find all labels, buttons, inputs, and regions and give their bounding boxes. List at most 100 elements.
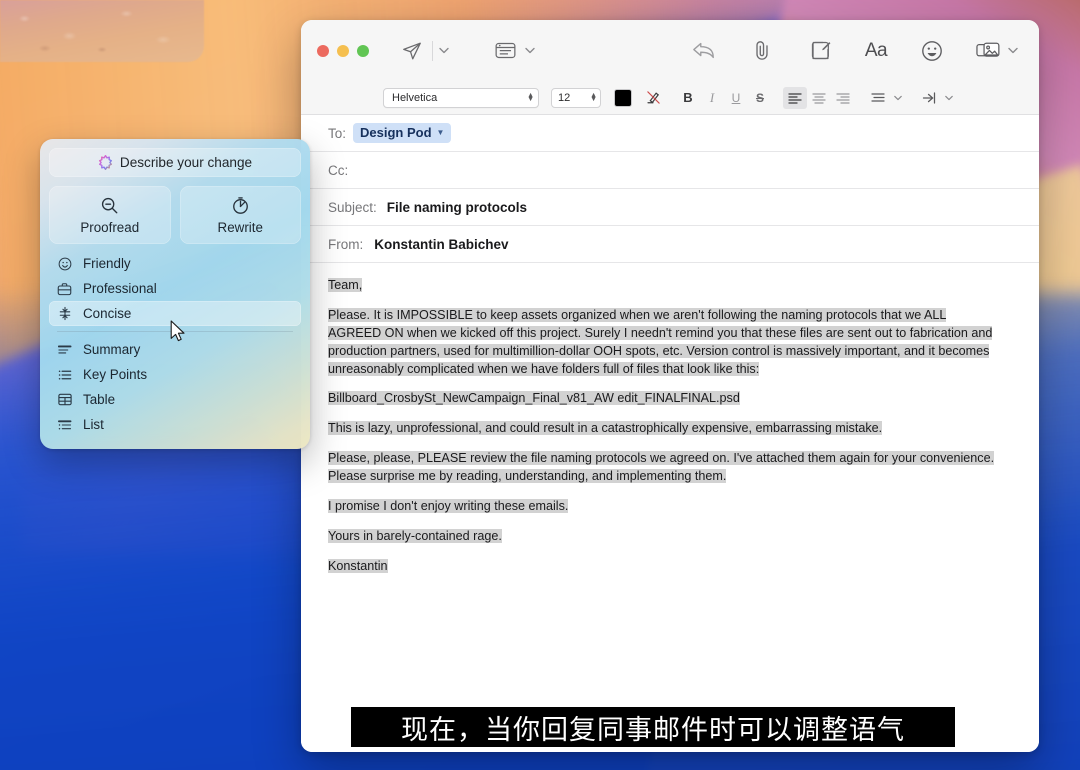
font-size-select[interactable]: 12 ▲ ▼ (551, 87, 601, 108)
body-paragraph-5: I promise I don't enjoy writing these em… (328, 498, 998, 516)
format-item-table[interactable]: Table (49, 387, 301, 412)
font-family-stepper-icon[interactable]: ▲ ▼ (527, 92, 534, 103)
font-size-value: 12 (558, 91, 571, 104)
text-color-swatch[interactable] (614, 88, 632, 107)
briefcase-icon (56, 282, 73, 296)
subject-field-row[interactable]: Subject: File naming protocols (301, 189, 1039, 226)
mouse-cursor (170, 320, 187, 343)
strikethrough-label: S (755, 90, 764, 105)
indent-chevron-icon[interactable] (941, 84, 957, 112)
body-paragraph-4-text: Please, please, PLEASE review the file n… (328, 451, 995, 483)
wallpaper-desert-photo (0, 0, 204, 62)
format-aa-label: Aa (864, 39, 888, 61)
subject-value: File naming protocols (386, 199, 528, 215)
format-item-list-label: List (83, 417, 104, 432)
indent-button[interactable] (917, 87, 941, 109)
rewrite-clock-icon (231, 196, 250, 215)
format-item-summary-label: Summary (83, 342, 141, 357)
format-aa-icon[interactable]: Aa (859, 36, 893, 66)
minimize-window-button[interactable] (337, 44, 349, 57)
from-label: From: (328, 236, 364, 252)
photos-icon[interactable] (971, 36, 1005, 66)
send-icon[interactable] (395, 36, 429, 66)
body-greeting-text: Team, (328, 278, 363, 292)
body-paragraph-3-text: This is lazy, unprofessional, and could … (328, 421, 883, 436)
subject-label: Subject: (328, 199, 377, 215)
photos-chevron-icon[interactable] (1005, 37, 1021, 65)
send-options-chevron-icon[interactable] (436, 37, 452, 65)
cc-label: Cc: (328, 162, 349, 178)
mail-compose-window: Aa Helvetica ▲ ▼ 12 ▲ ▼ B I U S To: Desi… (301, 20, 1039, 752)
bold-button[interactable]: B (676, 87, 700, 109)
message-body-editor[interactable]: Team, Please. It is IMPOSSIBLE to keep a… (301, 263, 1039, 752)
text-style-group: B I U S (676, 87, 772, 109)
underline-button[interactable]: U (724, 87, 748, 109)
recipient-chevron-icon[interactable]: ▼ (437, 128, 445, 137)
tone-item-friendly-label: Friendly (83, 256, 131, 271)
subtitle-text: 现在，当你回复同事邮件时可以调整语气 (401, 714, 905, 746)
body-greeting: Team, (328, 277, 998, 295)
stationery-icon[interactable] (488, 36, 522, 66)
recipient-token-design-pod[interactable]: Design Pod ▼ (353, 123, 452, 143)
toolbar-separator (432, 40, 433, 61)
format-item-list[interactable]: List (49, 412, 301, 437)
italic-label: I (709, 89, 715, 105)
to-label: To: (328, 125, 347, 141)
reply-icon[interactable] (687, 36, 721, 66)
tone-item-professional-label: Professional (83, 281, 157, 296)
body-paragraph-2-text: Billboard_CrosbySt_NewCampaign_Final_v81… (328, 391, 740, 406)
format-item-table-label: Table (83, 392, 116, 407)
magnifier-minus-icon (100, 196, 119, 215)
alignment-group (783, 86, 855, 109)
formatting-toolbar: Helvetica ▲ ▼ 12 ▲ ▼ B I U S (301, 81, 1039, 115)
align-center-button[interactable] (807, 87, 831, 109)
font-family-value: Helvetica (392, 91, 438, 104)
proofread-label: Proofread (80, 219, 140, 235)
body-paragraph-1-text: Please. It is IMPOSSIBLE to keep assets … (328, 307, 993, 376)
to-field-row[interactable]: To: Design Pod ▼ (301, 115, 1039, 152)
attach-icon[interactable] (745, 36, 779, 66)
highlight-button[interactable] (641, 87, 665, 109)
font-size-stepper-icon[interactable]: ▲ ▼ (590, 92, 597, 103)
list-icon (56, 419, 73, 431)
tone-item-concise-label: Concise (83, 306, 132, 321)
format-item-key-points[interactable]: Key Points (49, 362, 301, 387)
summary-lines-icon (56, 344, 73, 356)
window-titlebar: Aa (301, 20, 1039, 81)
font-family-select[interactable]: Helvetica ▲ ▼ (383, 87, 539, 108)
underline-label: U (731, 90, 741, 105)
markup-icon[interactable] (803, 36, 837, 66)
cc-field-row[interactable]: Cc: (301, 152, 1039, 189)
compress-icon (56, 306, 73, 321)
strikethrough-button[interactable]: S (748, 87, 772, 109)
recipient-token-label: Design Pod (360, 125, 432, 140)
align-left-button[interactable] (783, 86, 807, 109)
italic-button[interactable]: I (700, 87, 724, 109)
body-paragraph-5-text: I promise I don't enjoy writing these em… (328, 498, 569, 513)
from-field-row[interactable]: From: Konstantin Babichev (301, 226, 1039, 263)
table-icon (56, 393, 73, 406)
emoji-icon[interactable] (915, 36, 949, 66)
key-points-icon (56, 369, 73, 381)
list-chevron-icon[interactable] (890, 84, 906, 112)
tone-item-professional[interactable]: Professional (49, 276, 301, 301)
video-subtitle-bar: 现在，当你回复同事邮件时可以调整语气 (351, 707, 955, 747)
smiley-icon (56, 257, 73, 271)
tone-options-list: Friendly Professional Concise Summary Ke… (49, 251, 301, 437)
body-paragraph-2: Billboard_CrosbySt_NewCampaign_Final_v81… (328, 390, 998, 408)
align-right-button[interactable] (831, 87, 855, 109)
describe-your-change-button[interactable]: Describe your change (49, 148, 301, 177)
from-value: Konstantin Babichev (374, 236, 509, 252)
body-paragraph-4: Please, please, PLEASE review the file n… (328, 450, 998, 486)
list-button[interactable] (866, 87, 890, 109)
zoom-window-button[interactable] (357, 44, 369, 57)
proofread-button[interactable]: Proofread (49, 186, 171, 244)
stationery-chevron-icon[interactable] (522, 37, 538, 65)
body-signature-text: Konstantin (328, 558, 388, 573)
close-window-button[interactable] (317, 44, 329, 57)
body-signature: Konstantin (328, 558, 998, 576)
rewrite-button[interactable]: Rewrite (179, 186, 301, 244)
apple-intelligence-icon (98, 155, 113, 170)
tone-item-friendly[interactable]: Friendly (49, 251, 301, 276)
writing-tools-popover: Describe your change Proofread Rewrite F… (40, 139, 310, 449)
